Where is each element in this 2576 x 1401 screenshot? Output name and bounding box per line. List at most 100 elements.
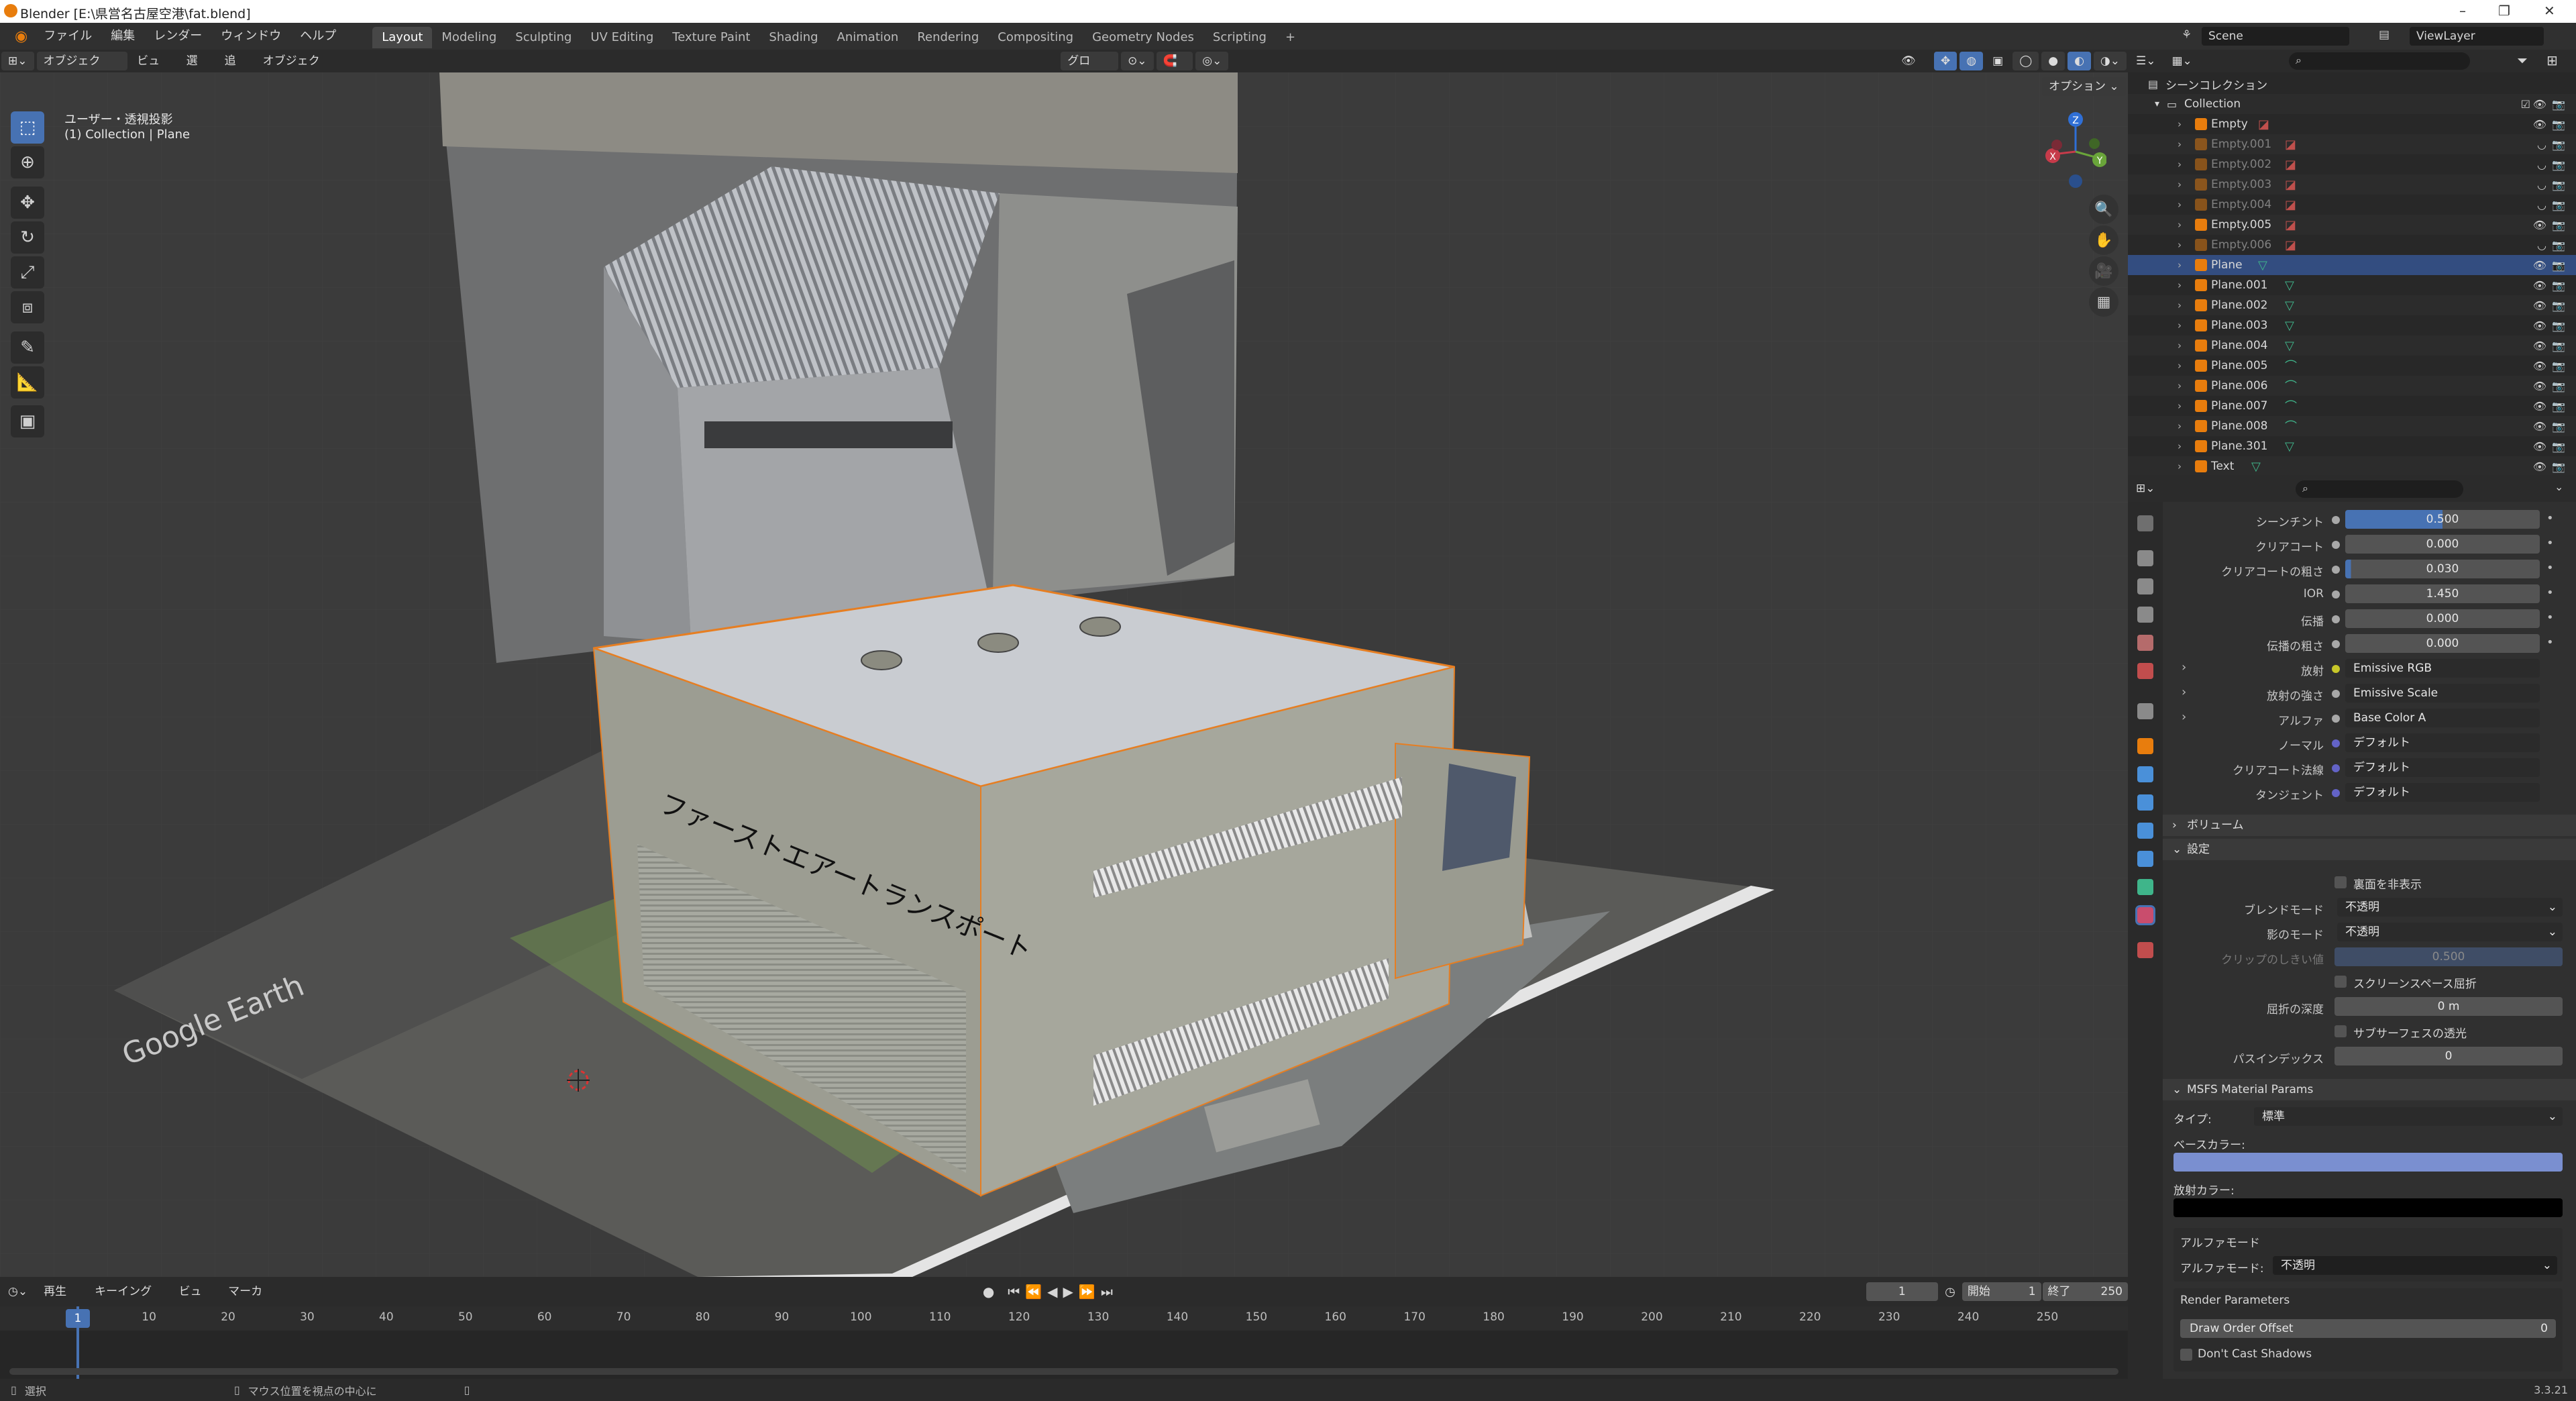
ssr-checkbox[interactable] (2334, 976, 2347, 988)
camera-icon[interactable]: 📷 (2552, 98, 2565, 111)
transform-orientation-dropdown[interactable]: グロー... (1061, 52, 1119, 87)
expand-chevron-icon[interactable]: › (2178, 360, 2182, 372)
eye-icon[interactable]: 👁 (2533, 380, 2546, 393)
socket-dot-icon[interactable] (2332, 541, 2340, 549)
workspace-tab[interactable]: Sculpting (506, 27, 581, 48)
scene-collection-row[interactable]: ▤ シーンコレクション (2128, 74, 2576, 94)
record-icon[interactable]: ● (969, 1284, 1008, 1300)
expand-chevron-icon[interactable]: › (2178, 178, 2182, 191)
no-shadows-checkbox[interactable] (2180, 1349, 2192, 1361)
eye-icon[interactable]: 👁 (2533, 340, 2546, 352)
modifier-tab-icon[interactable] (2137, 766, 2153, 782)
keyframe-dot-icon[interactable]: • (2546, 586, 2554, 600)
camera-icon[interactable]: 📷 (2552, 319, 2565, 332)
workspace-tab[interactable]: Texture Paint (663, 27, 759, 48)
snap-icon[interactable]: 🧲⌄ (1156, 52, 1193, 87)
camera-icon[interactable]: 📷 (2552, 279, 2565, 292)
outliner-item-row[interactable]: › Plane.004 ▽ 👁 📷 (2128, 335, 2576, 356)
outliner-item-row[interactable]: › Empty.005 ◪ 👁 📷 (2128, 215, 2576, 235)
socket-dot-icon[interactable] (2332, 715, 2340, 723)
expand-chevron-icon[interactable]: › (2178, 199, 2182, 211)
outliner-item-row[interactable]: › Empty ◪ 👁 📷 (2128, 114, 2576, 134)
mode-selector[interactable]: オブジェクト... (36, 52, 128, 87)
expand-chevron-icon[interactable]: › (2178, 440, 2182, 452)
linked-node-field[interactable]: デフォルト (2345, 733, 2540, 752)
outliner-item-row[interactable]: › Empty.002 ◪ ◡ 📷 (2128, 154, 2576, 174)
alpha-mode-dropdown[interactable]: 不透明 ⌄ (2273, 1256, 2557, 1275)
filter-icon[interactable]: ⏷ (2517, 52, 2528, 68)
linked-node-field[interactable]: デフォルト (2345, 783, 2540, 802)
scale-tool-icon[interactable]: ⤢ (11, 256, 44, 289)
render-tab-icon[interactable] (2137, 550, 2153, 566)
annotate-tool-icon[interactable]: ✎ (11, 331, 44, 364)
camera-icon[interactable]: 📷 (2552, 299, 2565, 312)
select-box-tool-icon[interactable]: ⬚ (11, 111, 44, 144)
physics-tab-icon[interactable] (2137, 823, 2153, 839)
eye-icon[interactable]: ◡ (2537, 199, 2546, 211)
workspace-tab[interactable]: Layout (372, 27, 433, 48)
camera-icon[interactable]: 📷 (2552, 118, 2565, 131)
material-tab-icon[interactable] (2135, 905, 2155, 925)
eye-icon[interactable]: 👁 (2533, 440, 2546, 453)
outliner-item-row[interactable]: › Plane.008 ⌒ 👁 📷 (2128, 416, 2576, 436)
workspace-tab[interactable]: + (1276, 27, 1305, 48)
clip-threshold-field[interactable]: 0.500 (2334, 947, 2563, 966)
workspace-tab[interactable]: Modeling (432, 27, 506, 48)
viewport-menu-item[interactable]: 追加 (218, 52, 254, 87)
view-layer-field[interactable]: ViewLayer (2410, 27, 2544, 46)
eye-icon[interactable]: 👁 (2533, 98, 2546, 111)
workspace-tab[interactable]: Geometry Nodes (1083, 27, 1203, 48)
proportional-edit-icon[interactable]: ◎⌄ (1195, 52, 1229, 70)
expand-chevron-icon[interactable]: › (2178, 118, 2182, 130)
world-tab-icon[interactable] (2137, 663, 2153, 679)
add-cube-tool-icon[interactable]: ▣ (11, 405, 44, 437)
new-collection-icon[interactable]: ⊞ (2546, 52, 2558, 68)
expand-chevron-icon[interactable]: › (2178, 299, 2182, 311)
backface-checkbox[interactable] (2334, 876, 2347, 888)
scene-tab-icon[interactable] (2137, 635, 2153, 651)
eye-icon[interactable]: ◡ (2537, 158, 2546, 171)
eye-icon[interactable]: ◡ (2537, 138, 2546, 151)
timeline-menu-item[interactable]: 再生 ⌄ (37, 1282, 85, 1317)
3d-viewport[interactable]: Google Earth ファーストエアートランスポート ユーザー・透視投影 (… (0, 72, 2128, 1277)
base-color-swatch[interactable] (2174, 1153, 2563, 1172)
outliner-item-row[interactable]: › Plane ▽ 👁 📷 (2128, 255, 2576, 275)
expand-chevron-icon[interactable]: › (2178, 158, 2182, 170)
outliner-item-row[interactable]: › Plane.301 ▽ 👁 📷 (2128, 436, 2576, 456)
expand-chevron-icon[interactable]: › (2178, 259, 2182, 271)
texture-tab-icon[interactable] (2137, 942, 2153, 958)
end-frame-field[interactable]: 終了 250 (2042, 1282, 2128, 1301)
workspace-tab[interactable]: Animation (828, 27, 908, 48)
viewport-menu-item[interactable]: ビュー (130, 52, 176, 87)
linked-node-field[interactable]: デフォルト (2345, 758, 2540, 777)
expand-chevron-icon[interactable]: ▾ (2155, 99, 2159, 109)
chevron-down-icon[interactable]: ⌄ (2555, 480, 2563, 493)
msfs-section-header[interactable]: ⌄ MSFS Material Params (2163, 1079, 2576, 1100)
timeline-menu-item[interactable]: キーイング ⌄ (88, 1282, 170, 1317)
property-value-field[interactable]: 0.000 (2345, 609, 2540, 628)
scene-name-field[interactable]: Scene (2202, 27, 2349, 46)
object-tab-icon[interactable] (2137, 738, 2153, 754)
minimize-button[interactable]: – (2459, 3, 2466, 19)
outliner-item-row[interactable]: › Plane.001 ▽ 👁 📷 (2128, 275, 2576, 295)
current-frame-field[interactable]: 1 (1866, 1282, 1939, 1301)
expand-chevron-icon[interactable]: › (2178, 380, 2182, 392)
menu-item[interactable]: ウィンドウ (211, 23, 290, 50)
move-tool-icon[interactable]: ✥ (11, 187, 44, 219)
visibility-icon[interactable]: 👁⌄ (1894, 52, 1931, 87)
collection-checkbox[interactable]: ☑ (2521, 98, 2530, 111)
pass-index-field[interactable]: 0 (2334, 1047, 2563, 1066)
expand-chevron-icon[interactable]: › (2178, 279, 2182, 291)
blend-mode-dropdown[interactable]: 不透明 ⌄ (2337, 898, 2563, 917)
tool-tab-icon[interactable] (2137, 515, 2153, 531)
rotate-tool-icon[interactable]: ↻ (11, 221, 44, 254)
options-dropdown[interactable]: オプション ⌄ (2042, 77, 2126, 96)
outliner-item-row[interactable]: › Empty.004 ◪ ◡ 📷 (2128, 195, 2576, 215)
linked-node-field[interactable]: Base Color A (2345, 709, 2540, 727)
socket-dot-icon[interactable] (2332, 640, 2340, 648)
camera-icon[interactable]: 📷 (2552, 360, 2565, 372)
particles-tab-icon[interactable] (2137, 794, 2153, 811)
timeline-menu-item[interactable]: ビュー (172, 1282, 219, 1317)
workspace-tab[interactable]: UV Editing (581, 27, 663, 48)
pivot-point-icon[interactable]: ⊙⌄ (1121, 52, 1154, 70)
